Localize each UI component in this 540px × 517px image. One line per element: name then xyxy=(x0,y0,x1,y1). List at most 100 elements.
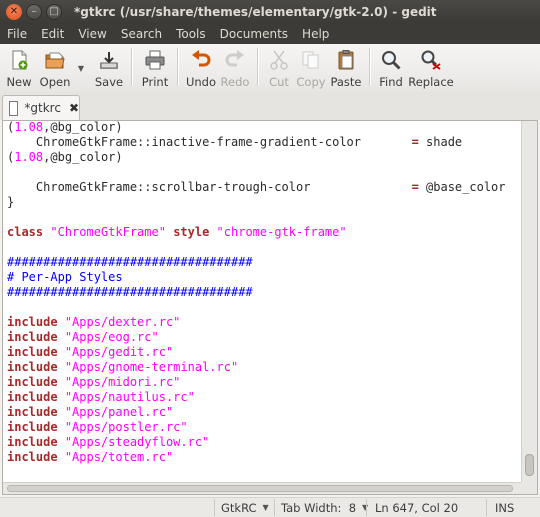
text-editor[interactable]: (1.08,@bg_color) ChromeGtkFrame::inactiv… xyxy=(3,121,521,482)
code-line[interactable]: ################################## xyxy=(7,255,506,270)
print-label: Print xyxy=(141,75,169,89)
menu-edit[interactable]: Edit xyxy=(34,27,71,41)
menu-tools[interactable]: Tools xyxy=(169,27,213,41)
code-line[interactable] xyxy=(7,240,506,255)
printer-icon xyxy=(144,49,166,71)
find-button[interactable]: Find xyxy=(376,44,406,90)
tab-width-label: Tab Width: 8 xyxy=(281,500,357,515)
language-selector[interactable]: GtkRC ▼ xyxy=(214,499,273,516)
insert-mode: INS xyxy=(486,499,533,516)
menu-view[interactable]: View xyxy=(71,27,113,41)
close-tab-icon[interactable]: ✖ xyxy=(69,101,79,115)
menu-documents[interactable]: Documents xyxy=(213,27,295,41)
code-line[interactable]: (1.08,@bg_color) xyxy=(7,150,506,165)
save-button[interactable]: Save xyxy=(92,44,126,90)
minimize-window-button[interactable]: – xyxy=(26,4,42,20)
horizontal-scrollbar[interactable] xyxy=(3,482,521,494)
vertical-scrollbar-thumb[interactable] xyxy=(525,454,534,476)
vertical-scrollbar[interactable] xyxy=(521,121,537,482)
undo-icon xyxy=(190,49,212,71)
cut-label: Cut xyxy=(269,75,289,89)
copy-button[interactable]: Copy xyxy=(294,44,328,90)
new-button[interactable]: New xyxy=(2,44,36,90)
menu-bar: File Edit View Search Tools Documents He… xyxy=(0,24,540,44)
copy-label: Copy xyxy=(296,75,326,89)
search-icon xyxy=(380,49,402,71)
save-label: Save xyxy=(94,75,124,89)
replace-button[interactable]: Replace xyxy=(406,44,456,90)
menu-file[interactable]: File xyxy=(0,27,34,41)
maximize-icon: □ xyxy=(49,6,59,17)
menu-help[interactable]: Help xyxy=(295,27,336,41)
undo-button[interactable]: Undo xyxy=(184,44,218,90)
code-line[interactable]: class "ChromeGtkFrame" style "chrome-gtk… xyxy=(7,225,506,240)
code-line[interactable]: ChromeGtkFrame::inactive-frame-gradient-… xyxy=(7,135,506,150)
code-line[interactable]: include "Apps/gedit.rc" xyxy=(7,345,506,360)
code-line[interactable] xyxy=(7,210,506,225)
tab-width-selector[interactable]: Tab Width: 8 ▼ xyxy=(274,499,368,516)
open-label: Open xyxy=(39,75,71,89)
code-line[interactable]: include "Apps/panel.rc" xyxy=(7,405,506,420)
new-label: New xyxy=(6,75,32,89)
open-button[interactable]: Open xyxy=(36,44,74,90)
paste-label: Paste xyxy=(330,75,362,89)
code-line[interactable]: include "Apps/dexter.rc" xyxy=(7,315,506,330)
open-folder-icon xyxy=(44,49,66,71)
replace-label: Replace xyxy=(408,75,454,89)
find-label: Find xyxy=(379,75,403,89)
code-line[interactable]: } xyxy=(7,195,506,210)
code-line[interactable]: # Per-App Styles xyxy=(7,270,506,285)
code-line[interactable]: include "Apps/steadyflow.rc" xyxy=(7,435,506,450)
find-replace-icon xyxy=(420,49,442,71)
redo-button[interactable]: Redo xyxy=(218,44,252,90)
code-line[interactable]: ChromeGtkFrame::scrollbar-trough-color =… xyxy=(7,180,506,195)
language-label: GtkRC xyxy=(221,500,257,515)
text-document-icon xyxy=(9,100,19,116)
cut-button[interactable]: Cut xyxy=(264,44,294,90)
code-line[interactable]: include "Apps/totem.rc" xyxy=(7,450,506,465)
tab-gtkrc[interactable]: *gtkrc ✖ xyxy=(2,95,80,120)
code-line[interactable]: include "Apps/gnome-terminal.rc" xyxy=(7,360,506,375)
code-line[interactable] xyxy=(7,165,506,180)
copy-icon xyxy=(300,49,322,71)
chevron-down-icon: ▼ xyxy=(262,503,269,512)
menu-search[interactable]: Search xyxy=(114,27,169,41)
close-icon: ✕ xyxy=(9,6,19,17)
close-window-button[interactable]: ✕ xyxy=(6,4,22,20)
code-line[interactable]: include "Apps/eog.rc" xyxy=(7,330,506,345)
open-recent-dropdown[interactable]: ▼ xyxy=(74,44,88,90)
tab-label: *gtkrc xyxy=(24,101,61,115)
code-line[interactable]: ################################## xyxy=(7,285,506,300)
toolbar: New Open ▼ Save Print Undo Redo Cut Copy… xyxy=(0,44,540,93)
toolbar-separator xyxy=(177,48,179,86)
editor-frame: (1.08,@bg_color) ChromeGtkFrame::inactiv… xyxy=(2,120,538,495)
paste-button[interactable]: Paste xyxy=(328,44,364,90)
toolbar-separator xyxy=(131,48,133,86)
code-view[interactable]: (1.08,@bg_color) ChromeGtkFrame::inactiv… xyxy=(7,121,506,465)
horizontal-scrollbar-thumb[interactable] xyxy=(7,485,513,492)
title-bar: ✕ – □ *gtkrc (/usr/share/themes/elementa… xyxy=(0,0,540,24)
minimize-icon: – xyxy=(31,6,37,17)
scissors-icon xyxy=(268,49,290,71)
save-icon xyxy=(98,49,120,71)
redo-icon xyxy=(224,49,246,71)
maximize-window-button[interactable]: □ xyxy=(46,4,62,20)
paste-icon xyxy=(335,49,357,71)
code-line[interactable]: (1.08,@bg_color) xyxy=(7,121,506,135)
window-title: *gtkrc (/usr/share/themes/elementary/gtk… xyxy=(74,5,437,19)
toolbar-separator xyxy=(369,48,371,86)
cursor-position: Ln 647, Col 20 xyxy=(366,499,487,516)
toolbar-separator xyxy=(257,48,259,86)
status-bar: GtkRC ▼ Tab Width: 8 ▼ Ln 647, Col 20 IN… xyxy=(0,497,540,517)
code-line[interactable] xyxy=(7,300,506,315)
code-line[interactable]: include "Apps/midori.rc" xyxy=(7,375,506,390)
code-line[interactable]: include "Apps/nautilus.rc" xyxy=(7,390,506,405)
new-document-icon xyxy=(8,49,30,71)
print-button[interactable]: Print xyxy=(138,44,172,90)
chevron-down-icon: ▼ xyxy=(77,64,85,73)
scrollbar-corner xyxy=(521,482,537,494)
redo-label: Redo xyxy=(220,75,250,89)
undo-label: Undo xyxy=(185,75,217,89)
code-line[interactable]: include "Apps/postler.rc" xyxy=(7,420,506,435)
document-tab-bar: *gtkrc ✖ xyxy=(0,92,540,120)
